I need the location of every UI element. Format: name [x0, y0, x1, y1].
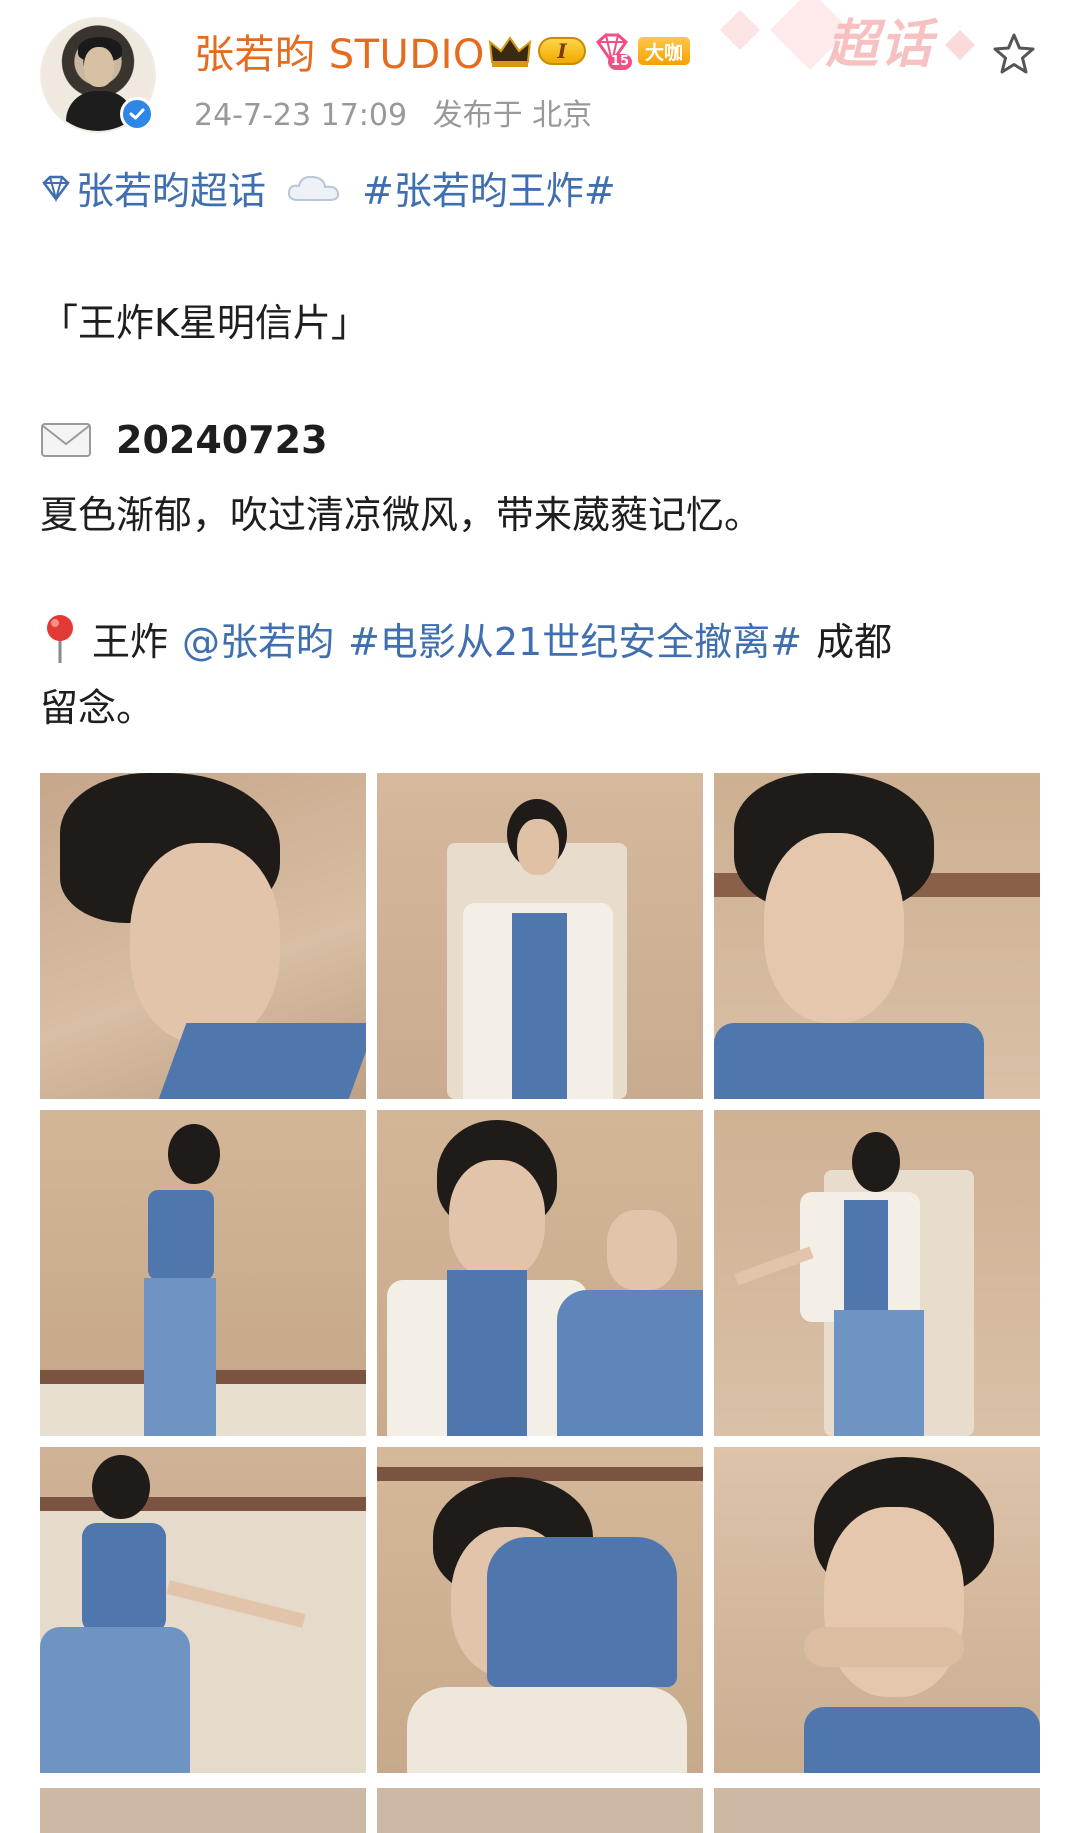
cloud-icon [287, 175, 340, 201]
photo-10-partial[interactable] [40, 1788, 366, 1833]
photo-5[interactable] [377, 1110, 703, 1436]
post-header: 张若昀 STUDIO I 15 大咖 24-7-23 17:09 发布于 北京 … [0, 0, 1080, 150]
mention-link[interactable]: @张若昀 [182, 611, 334, 666]
photo-1[interactable] [40, 773, 366, 1099]
post-tail-1: 成都 [816, 620, 893, 664]
timestamp: 24-7-23 17:09 [194, 98, 408, 133]
big-shot-badge: 大咖 [638, 37, 691, 65]
pin-icon [47, 614, 73, 663]
more-photos-strip [40, 1788, 1040, 1833]
place-word: 王炸 [92, 620, 169, 664]
location-row: 王炸 @张若昀 #电影从21世纪安全撤离# 成都 [40, 611, 892, 666]
photo-6[interactable] [714, 1110, 1040, 1436]
photo-9[interactable] [714, 1447, 1040, 1773]
photo-4[interactable] [40, 1110, 366, 1436]
username[interactable]: 张若昀 STUDIO [194, 22, 485, 80]
post-line-1: 夏色渐郁，吹过清凉微风，带来葳蕤记忆。 [40, 493, 763, 537]
date-row: 20240723 [40, 418, 328, 462]
envelope-icon [41, 423, 91, 457]
supertopic-link[interactable]: 张若昀超话 [76, 160, 266, 215]
gem-icon: 15 [592, 32, 632, 70]
location: 发布于 北京 [432, 98, 593, 133]
post-title: 「王炸K星明信片」 [40, 301, 369, 345]
photo-11-partial[interactable] [377, 1788, 703, 1833]
level-badge: I [538, 37, 586, 65]
crown-icon [488, 36, 532, 67]
post-date: 20240723 [116, 418, 328, 462]
photo-8[interactable] [377, 1447, 703, 1773]
post-tail-2: 留念。 [40, 686, 155, 730]
topic-row: 张若昀超话 #张若昀王炸# [40, 160, 616, 215]
verified-icon [120, 97, 154, 131]
photo-2[interactable] [377, 773, 703, 1099]
photo-3[interactable] [714, 773, 1040, 1099]
hashtag-link[interactable]: #张若昀王炸# [362, 160, 616, 215]
star-icon[interactable] [990, 30, 1038, 78]
photo-12-partial[interactable] [714, 1788, 1040, 1833]
user-badges: I 15 大咖 [488, 32, 691, 70]
hashtag-link-2[interactable]: #电影从21世纪安全撤离# [348, 611, 802, 666]
supertopic-watermark[interactable]: 超话 [826, 2, 934, 77]
diamond-icon [42, 175, 70, 202]
photo-7[interactable] [40, 1447, 366, 1773]
post-meta: 24-7-23 17:09 发布于 北京 [194, 90, 608, 134]
